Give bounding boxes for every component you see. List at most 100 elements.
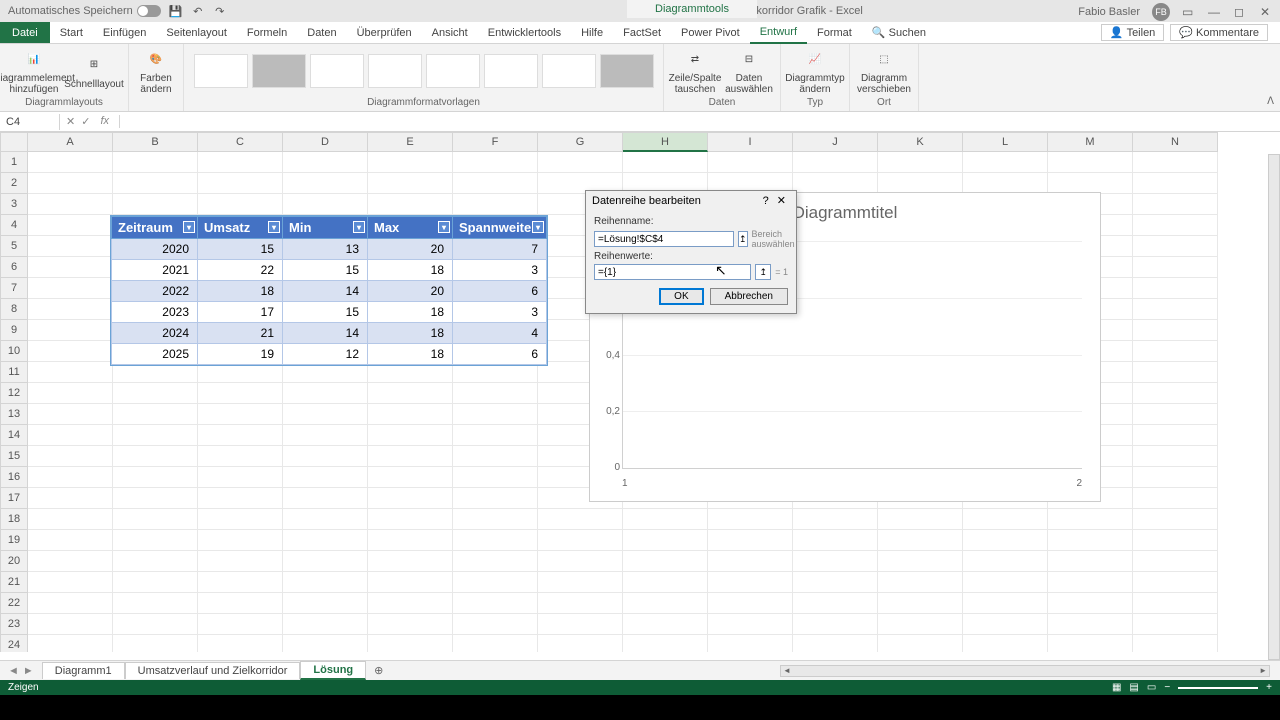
table-cell[interactable]: 4	[453, 323, 547, 344]
table-cell[interactable]: 18	[368, 323, 453, 344]
col-header[interactable]: L	[963, 132, 1048, 152]
cancel-button[interactable]: Abbrechen	[710, 288, 788, 305]
sheet-tab[interactable]: Diagramm1	[42, 662, 125, 679]
filter-icon[interactable]: ▾	[353, 221, 365, 233]
maximize-icon[interactable]: ◻	[1234, 5, 1248, 19]
user-avatar[interactable]: FB	[1152, 3, 1170, 21]
filter-icon[interactable]: ▾	[438, 221, 450, 233]
table-cell[interactable]: 12	[283, 344, 368, 365]
chart-style-3[interactable]	[310, 54, 364, 88]
add-chart-element-button[interactable]: 📊Diagrammelement hinzufügen	[6, 47, 62, 95]
table-cell[interactable]: 2023	[112, 302, 198, 323]
filter-icon[interactable]: ▾	[532, 221, 544, 233]
table-cell[interactable]: 20	[368, 281, 453, 302]
fx-icon[interactable]: fx	[96, 115, 113, 128]
row-header[interactable]: 6	[0, 257, 28, 278]
row-header[interactable]: 22	[0, 593, 28, 614]
view-page-icon[interactable]: ▤	[1129, 682, 1138, 693]
row-header[interactable]: 5	[0, 236, 28, 257]
table-cell[interactable]: 7	[453, 239, 547, 260]
row-header[interactable]: 14	[0, 425, 28, 446]
filter-icon[interactable]: ▾	[183, 221, 195, 233]
zoom-in-icon[interactable]: +	[1266, 682, 1272, 693]
worksheet-grid[interactable]: A B C D E F G H I J K L M N 123456789101…	[0, 132, 1280, 652]
row-header[interactable]: 19	[0, 530, 28, 551]
save-icon[interactable]: 💾	[169, 4, 183, 18]
zoom-slider[interactable]	[1178, 687, 1258, 689]
table-cell[interactable]: 15	[283, 260, 368, 281]
table-cell[interactable]: 2022	[112, 281, 198, 302]
chart-style-2[interactable]	[252, 54, 306, 88]
tab-hilfe[interactable]: Hilfe	[571, 23, 613, 43]
chart-style-7[interactable]	[542, 54, 596, 88]
zoom-out-icon[interactable]: −	[1164, 682, 1170, 693]
row-header[interactable]: 13	[0, 404, 28, 425]
vertical-scrollbar[interactable]	[1268, 154, 1280, 660]
tab-factset[interactable]: FactSet	[613, 23, 671, 43]
table-cell[interactable]: 6	[453, 344, 547, 365]
name-box[interactable]: C4	[0, 114, 60, 130]
help-icon[interactable]: ?	[759, 195, 773, 207]
move-chart-button[interactable]: ⬚Diagramm verschieben	[856, 47, 912, 95]
row-header[interactable]: 21	[0, 572, 28, 593]
col-header[interactable]: I	[708, 132, 793, 152]
col-header[interactable]: J	[793, 132, 878, 152]
close-icon[interactable]: ✕	[1260, 5, 1274, 19]
change-colors-button[interactable]: 🎨Farben ändern	[135, 47, 177, 95]
row-header[interactable]: 2	[0, 173, 28, 194]
row-header[interactable]: 8	[0, 299, 28, 320]
row-header[interactable]: 9	[0, 320, 28, 341]
table-cell[interactable]: 14	[283, 281, 368, 302]
col-header[interactable]: A	[28, 132, 113, 152]
ok-button[interactable]: OK	[659, 288, 703, 305]
chart-style-4[interactable]	[368, 54, 422, 88]
row-header[interactable]: 20	[0, 551, 28, 572]
col-header[interactable]: B	[113, 132, 198, 152]
col-header[interactable]: M	[1048, 132, 1133, 152]
series-values-input[interactable]	[594, 264, 751, 280]
row-header[interactable]: 23	[0, 614, 28, 635]
table-cell[interactable]: 6	[453, 281, 547, 302]
sheet-tab[interactable]: Umsatzverlauf und Zielkorridor	[125, 662, 301, 679]
col-header[interactable]: D	[283, 132, 368, 152]
col-header[interactable]: G	[538, 132, 623, 152]
col-header[interactable]: K	[878, 132, 963, 152]
col-header[interactable]: N	[1133, 132, 1218, 152]
chart-style-6[interactable]	[484, 54, 538, 88]
row-header[interactable]: 7	[0, 278, 28, 299]
close-icon[interactable]: ✕	[773, 194, 790, 207]
table-cell[interactable]: 21	[198, 323, 283, 344]
tab-seitenlayout[interactable]: Seitenlayout	[156, 23, 237, 43]
autosave-toggle[interactable]: Automatisches Speichern	[8, 5, 161, 17]
tab-powerpivot[interactable]: Power Pivot	[671, 23, 750, 43]
redo-icon[interactable]: ↷	[213, 4, 227, 18]
table-cell[interactable]: 3	[453, 302, 547, 323]
range-picker-icon[interactable]: ↥	[738, 231, 748, 247]
col-header[interactable]: C	[198, 132, 283, 152]
row-header[interactable]: 11	[0, 362, 28, 383]
filter-icon[interactable]: ▾	[268, 221, 280, 233]
series-name-input[interactable]	[594, 231, 734, 247]
table-cell[interactable]: 2020	[112, 239, 198, 260]
row-header[interactable]: 1	[0, 152, 28, 173]
share-button[interactable]: 👤 Teilen	[1101, 24, 1164, 41]
row-header[interactable]: 24	[0, 635, 28, 652]
table-cell[interactable]: 19	[198, 344, 283, 365]
col-header[interactable]: E	[368, 132, 453, 152]
table-cell[interactable]: 2024	[112, 323, 198, 344]
row-header[interactable]: 4	[0, 215, 28, 236]
cancel-formula-icon[interactable]: ✕	[66, 115, 75, 128]
table-cell[interactable]: 15	[198, 239, 283, 260]
comments-button[interactable]: 💬 Kommentare	[1170, 24, 1268, 41]
col-header[interactable]: H	[623, 132, 708, 152]
change-chart-type-button[interactable]: 📈Diagrammtyp ändern	[787, 47, 843, 95]
search-box[interactable]: 🔍 Suchen	[862, 22, 936, 43]
sheet-nav-next-icon[interactable]: ►	[23, 665, 34, 677]
table-cell[interactable]: 18	[368, 260, 453, 281]
tab-ansicht[interactable]: Ansicht	[422, 23, 478, 43]
row-header[interactable]: 10	[0, 341, 28, 362]
chart-style-1[interactable]	[194, 54, 248, 88]
tab-entwurf[interactable]: Entwurf	[750, 22, 807, 44]
table-cell[interactable]: 18	[368, 344, 453, 365]
ribbon-options-icon[interactable]: ▭	[1182, 5, 1196, 19]
